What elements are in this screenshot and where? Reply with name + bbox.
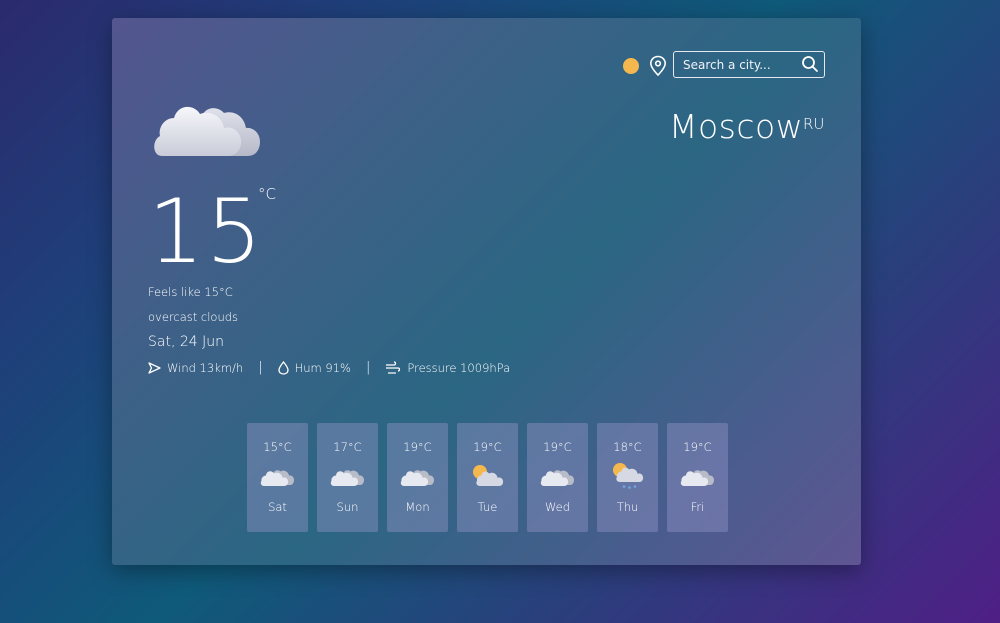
- forecast-temp: 19°C: [543, 440, 572, 454]
- cloud-icon: [540, 470, 574, 486]
- search-input[interactable]: [674, 52, 798, 77]
- cloud-icon: [680, 470, 714, 486]
- forecast-day-label: Fri: [690, 500, 705, 514]
- location-pin-icon[interactable]: [649, 55, 667, 77]
- forecast-day-label: Thu: [616, 500, 639, 514]
- weather-card: Moscow RU 15 °C Feels like 15°C overcast…: [112, 18, 861, 565]
- wind-metric: Wind 13km/h: [148, 361, 243, 375]
- sun-cloud-rain-icon: [613, 463, 644, 489]
- wind-value: Wind 13km/h: [167, 360, 244, 375]
- forecast-day[interactable]: 19°C Wed: [527, 423, 588, 532]
- pressure-value: Pressure 1009hPa: [407, 360, 511, 375]
- forecast-day[interactable]: 17°C Sun: [317, 423, 378, 532]
- forecast-day-label: Sat: [268, 500, 287, 514]
- cloud-icon: [400, 470, 434, 486]
- cloud-icon: [154, 106, 260, 156]
- country-code: RU: [803, 115, 825, 133]
- sun-cloud-icon: [473, 465, 504, 486]
- current-date: Sat, 24 Jun: [148, 334, 224, 350]
- wind-direction-icon: [148, 361, 161, 374]
- forecast-day[interactable]: 18°C Thu: [597, 423, 658, 532]
- humidity-value: Hum 91%: [294, 360, 351, 375]
- forecast-list: 15°C Sat 17°C Sun 19°C Mon 19°C Tue 19°C…: [247, 423, 737, 532]
- cloud-icon: [330, 470, 364, 486]
- forecast-day[interactable]: 19°C Tue: [457, 423, 518, 532]
- forecast-day[interactable]: 19°C Mon: [387, 423, 448, 532]
- weather-description: overcast clouds: [148, 310, 239, 324]
- forecast-temp: 19°C: [683, 440, 712, 454]
- forecast-temp: 19°C: [473, 440, 502, 454]
- city-search: [673, 51, 825, 78]
- forecast-day[interactable]: 19°C Fri: [667, 423, 728, 532]
- current-temperature: 15: [148, 180, 264, 283]
- forecast-temp: 19°C: [403, 440, 432, 454]
- city-name: Moscow: [669, 107, 804, 146]
- weather-metrics: Wind 13km/h | Hum 91% | Pressure 1009hPa: [148, 360, 510, 375]
- droplet-icon: [277, 360, 289, 375]
- theme-toggle-sun-icon[interactable]: [623, 58, 639, 74]
- forecast-temp: 15°C: [263, 440, 292, 454]
- humidity-metric: Hum 91%: [277, 360, 351, 375]
- feels-like: Feels like 15°C: [148, 285, 233, 299]
- forecast-day-label: Tue: [477, 500, 498, 514]
- forecast-day[interactable]: 15°C Sat: [247, 423, 308, 532]
- temperature-unit: °C: [258, 185, 276, 203]
- forecast-day-label: Sun: [336, 500, 359, 514]
- search-icon[interactable]: [801, 55, 819, 73]
- forecast-day-label: Mon: [405, 500, 430, 514]
- metric-separator: |: [258, 360, 263, 375]
- forecast-day-label: Wed: [544, 500, 571, 514]
- pressure-icon: [386, 361, 401, 374]
- forecast-temp: 18°C: [613, 440, 642, 454]
- cloud-icon: [260, 470, 294, 486]
- metric-separator: |: [365, 360, 371, 375]
- pressure-metric: Pressure 1009hPa: [385, 361, 510, 375]
- forecast-temp: 17°C: [333, 440, 362, 454]
